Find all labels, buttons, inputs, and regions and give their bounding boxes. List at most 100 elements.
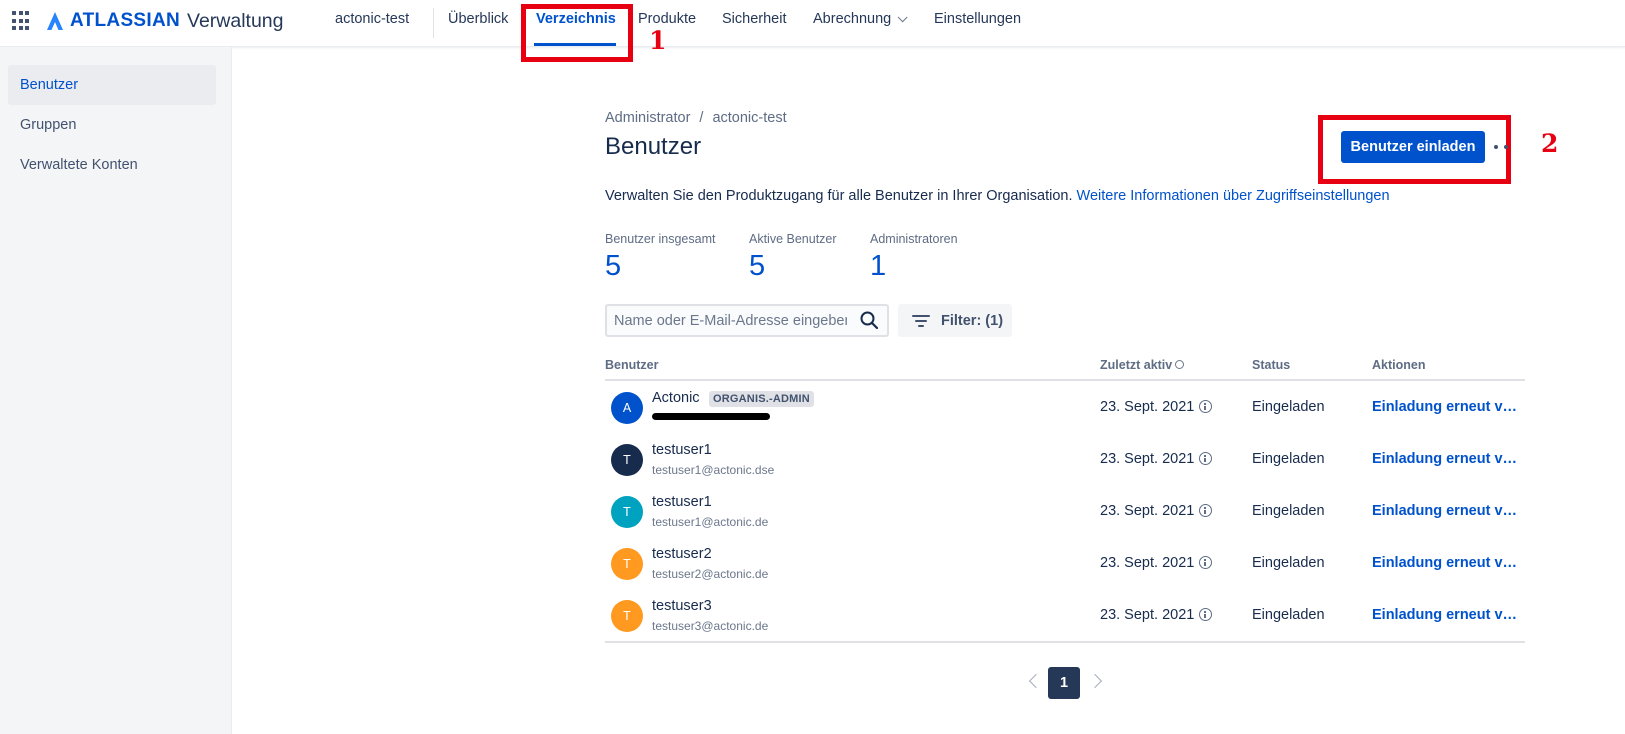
table-row: T testuser1 testuser1@actonic.dse 23. Se… (605, 434, 1525, 486)
last-active: 23. Sept. 2021 (1100, 451, 1213, 467)
info-icon[interactable] (1175, 360, 1185, 369)
user-name[interactable]: testuser2 (652, 546, 712, 562)
breadcrumb-separator: / (699, 110, 704, 126)
breadcrumb-admin[interactable]: Administrator (605, 110, 690, 126)
sidebar-item-users[interactable]: Benutzer (8, 65, 216, 105)
info-icon[interactable] (1199, 556, 1213, 569)
nav-divider (433, 8, 434, 38)
org-switcher[interactable]: actonic-test (335, 11, 409, 27)
page-title: Benutzer (605, 133, 702, 160)
user-email: testuser1@actonic.de (652, 515, 769, 529)
column-header-actions: Aktionen (1372, 358, 1426, 372)
nav-products[interactable]: Produkte (638, 11, 696, 27)
nav-billing[interactable]: Abrechnung (813, 11, 908, 27)
column-header-last-active[interactable]: Zuletzt aktiv (1100, 358, 1185, 372)
info-icon[interactable] (1199, 400, 1213, 413)
user-name[interactable]: Actonic (652, 390, 700, 406)
resend-invite-link[interactable]: Einladung erneut ver... (1372, 451, 1520, 467)
search-icon[interactable] (860, 311, 878, 329)
table-row: T testuser3 testuser3@actonic.de 23. Sep… (605, 590, 1525, 642)
product-name: Verwaltung (187, 9, 284, 32)
redacted-email (652, 413, 770, 420)
info-icon[interactable] (1199, 504, 1213, 517)
chevron-right-icon[interactable] (1087, 673, 1103, 689)
user-name[interactable]: testuser1 (652, 494, 712, 510)
table-row: T testuser2 testuser2@actonic.de 23. Sep… (605, 538, 1525, 590)
stat-label: Aktive Benutzer (749, 232, 837, 246)
stat-label: Benutzer insgesamt (605, 232, 716, 246)
status-text: Eingeladen (1252, 555, 1325, 571)
avatar[interactable]: T (611, 548, 643, 580)
last-active-value: 23. Sept. 2021 (1100, 607, 1195, 623)
filter-button[interactable]: Filter: (1) (898, 304, 1012, 337)
info-icon[interactable] (1199, 608, 1213, 621)
stat-active-users: Aktive Benutzer 5 (749, 232, 837, 283)
table-bottom-divider (605, 641, 1525, 643)
sidebar-item-managed-accounts[interactable]: Verwaltete Konten (8, 145, 216, 185)
nav-settings[interactable]: Einstellungen (934, 11, 1021, 27)
nav-billing-label: Abrechnung (813, 11, 892, 27)
annotation-number-2: 2 (1541, 129, 1559, 158)
avatar[interactable]: T (611, 496, 643, 528)
nav-overview[interactable]: Überblick (448, 11, 508, 27)
last-active: 23. Sept. 2021 (1100, 555, 1213, 571)
user-email: testuser3@actonic.de (652, 619, 769, 633)
last-active: 23. Sept. 2021 (1100, 503, 1213, 519)
last-active-value: 23. Sept. 2021 (1100, 399, 1195, 415)
stat-label: Administratoren (870, 232, 958, 246)
table-row: A Actonic ORGANIS.-ADMIN 23. Sept. 2021 … (605, 382, 1525, 434)
avatar[interactable]: T (611, 444, 643, 476)
more-actions-icon[interactable] (1494, 137, 1518, 157)
breadcrumb-org[interactable]: actonic-test (712, 110, 786, 126)
description-text: Verwalten Sie den Produktzugang für alle… (605, 188, 1073, 204)
last-active: 23. Sept. 2021 (1100, 607, 1213, 623)
column-header-last-active-label: Zuletzt aktiv (1100, 358, 1173, 372)
last-active-value: 23. Sept. 2021 (1100, 451, 1195, 467)
status-text: Eingeladen (1252, 607, 1325, 623)
resend-invite-link[interactable]: Einladung erneut ver... (1372, 607, 1520, 623)
last-active-value: 23. Sept. 2021 (1100, 503, 1195, 519)
last-active: 23. Sept. 2021 (1100, 399, 1213, 415)
resend-invite-link[interactable]: Einladung erneut ver... (1372, 555, 1520, 571)
resend-invite-link[interactable]: Einladung erneut ver... (1372, 503, 1520, 519)
avatar[interactable]: T (611, 600, 643, 632)
status-text: Eingeladen (1252, 399, 1325, 415)
pagination-current-page[interactable]: 1 (1048, 667, 1080, 699)
stat-value: 1 (870, 250, 887, 282)
filter-label: Filter: (1) (941, 312, 1004, 329)
sidebar-item-groups[interactable]: Gruppen (8, 105, 216, 145)
info-icon[interactable] (1199, 452, 1213, 465)
last-active-value: 23. Sept. 2021 (1100, 555, 1195, 571)
stat-value: 5 (749, 250, 766, 282)
annotation-number-1: 1 (649, 26, 667, 55)
resend-invite-link[interactable]: Einladung erneut ver... (1372, 399, 1520, 415)
chevron-left-icon[interactable] (1028, 673, 1044, 689)
annotation-box-1 (521, 4, 633, 62)
stat-total-users: Benutzer insgesamt 5 (605, 232, 715, 283)
search-field (605, 304, 889, 337)
admin-badge: ORGANIS.-ADMIN (709, 391, 814, 407)
invite-users-button[interactable]: Benutzer einladen (1341, 131, 1485, 163)
sidebar: Benutzer Gruppen Verwaltete Konten (0, 47, 232, 734)
table-header-divider (605, 379, 1525, 381)
nav-security[interactable]: Sicherheit (722, 11, 786, 27)
user-name[interactable]: testuser1 (652, 442, 712, 458)
status-text: Eingeladen (1252, 503, 1325, 519)
atlassian-logo[interactable]: ATLASSIAN Verwaltung (46, 8, 284, 34)
column-header-user[interactable]: Benutzer (605, 358, 658, 372)
avatar[interactable]: A (611, 392, 643, 424)
column-header-status[interactable]: Status (1252, 358, 1290, 372)
status-text: Eingeladen (1252, 451, 1325, 467)
access-settings-link[interactable]: Weitere Informationen über Zugriffseinst… (1077, 188, 1390, 204)
top-navigation: ATLASSIAN Verwaltung actonic-test Überbl… (0, 0, 1625, 47)
user-name[interactable]: testuser3 (652, 598, 712, 614)
search-input[interactable] (607, 306, 847, 335)
user-email: testuser2@actonic.de (652, 567, 769, 581)
app-switcher-icon[interactable] (12, 11, 32, 31)
chevron-down-icon (897, 12, 908, 23)
breadcrumb: Administrator / actonic-test (605, 110, 787, 126)
stat-value: 5 (605, 250, 622, 282)
page-description: Verwalten Sie den Produktzugang für alle… (605, 188, 1390, 204)
filter-icon (912, 314, 930, 327)
stat-administrators: Administratoren 1 (870, 232, 958, 283)
